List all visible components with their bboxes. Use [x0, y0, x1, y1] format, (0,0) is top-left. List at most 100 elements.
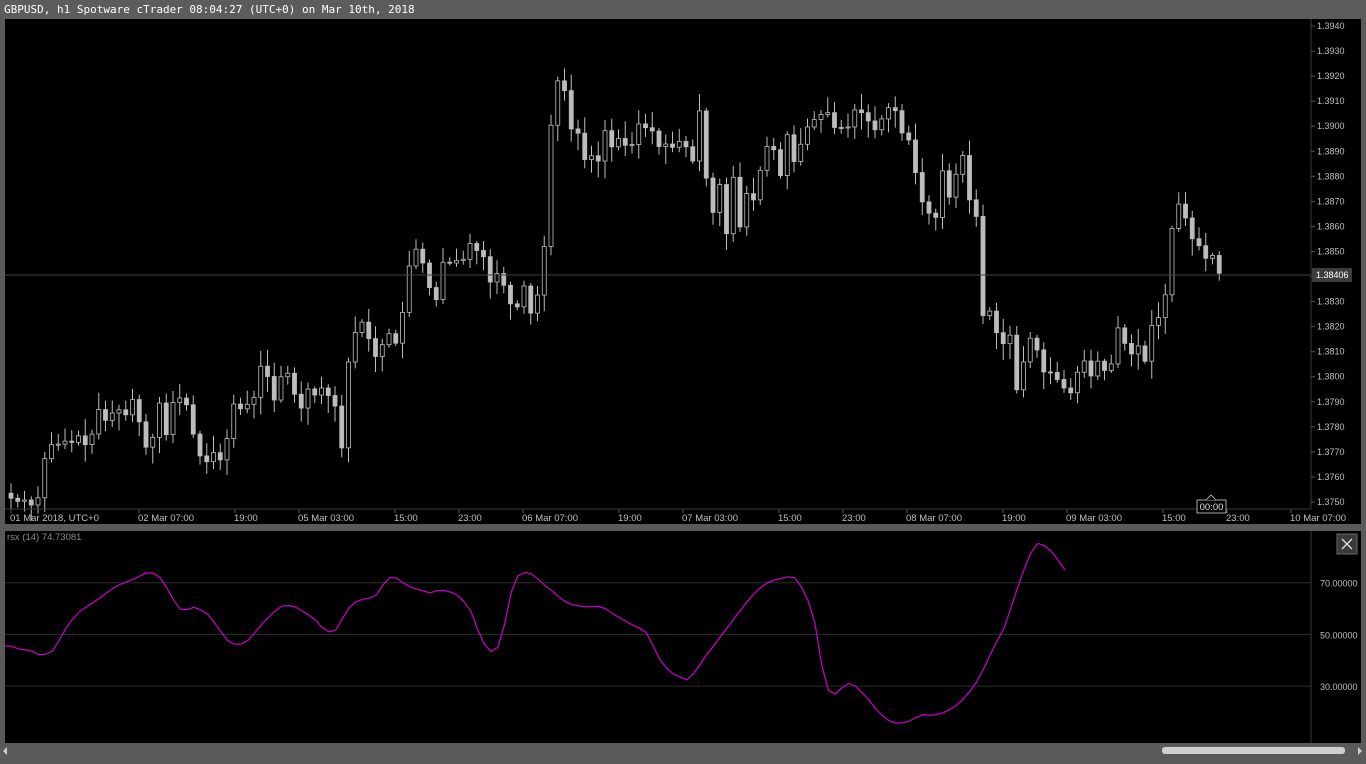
price-axis-label: 1.3900: [1317, 121, 1345, 131]
candle: [535, 285, 540, 322]
price-axis-label: 1.3820: [1317, 322, 1345, 332]
candle: [359, 319, 365, 338]
scroll-right-icon[interactable]: [1358, 747, 1362, 755]
candle: [76, 430, 81, 446]
price-axis-label: 1.3860: [1317, 221, 1345, 231]
candle: [265, 349, 270, 392]
candle: [710, 172, 716, 225]
candle: [325, 384, 331, 413]
price-axis-label: 1.3800: [1317, 372, 1345, 382]
price-axis-label: 1.3920: [1317, 71, 1345, 81]
candle: [508, 281, 513, 320]
candle: [143, 414, 149, 455]
time-axis-label: 06 Mar 07:00: [522, 513, 578, 524]
price-chart-panel[interactable]: 1.3940 1.3930 1.3920 1.3910 1.3900 1.3890 1.38…: [5, 19, 1361, 524]
candle: [541, 235, 547, 312]
candle: [312, 386, 318, 403]
candle: [737, 162, 743, 233]
candle: [130, 388, 135, 423]
time-axis-label: 19:00: [234, 513, 258, 524]
candle: [771, 137, 777, 160]
time-axis-label: 15:00: [778, 513, 802, 524]
candle: [49, 432, 54, 463]
candle: [109, 400, 115, 428]
candle: [427, 259, 432, 296]
price-axis-label: 1.3890: [1317, 146, 1345, 156]
candle: [859, 94, 864, 130]
candle: [811, 111, 817, 130]
candle: [670, 131, 675, 153]
candle: [892, 96, 898, 128]
candle: [481, 241, 486, 271]
price-axis-label: 1.3870: [1317, 196, 1345, 206]
candle: [548, 114, 554, 256]
candle: [487, 249, 493, 299]
candle: [791, 125, 797, 173]
scrollbar-thumb[interactable]: [1162, 747, 1345, 754]
candle: [1203, 232, 1209, 272]
price-axis-label: 1.3760: [1317, 472, 1345, 482]
candle: [82, 419, 88, 462]
price-axis-label: 1.3880: [1317, 171, 1345, 181]
candle: [170, 390, 176, 444]
time-axis-label: 07 Mar 03:00: [682, 513, 738, 524]
rsx-line: [4, 542, 1066, 724]
candle: [190, 395, 196, 438]
candle: [55, 434, 61, 451]
candle: [393, 329, 399, 346]
panel-splitter[interactable]: [5, 524, 1361, 531]
candle: [940, 153, 945, 230]
time-axis-label: 05 Mar 03:00: [298, 513, 354, 524]
candle: [22, 490, 27, 512]
candle: [582, 117, 588, 169]
close-icon[interactable]: [1336, 533, 1358, 555]
candle: [879, 115, 885, 136]
candle: [278, 365, 284, 403]
candle: [973, 189, 979, 227]
time-axis-label: 10 Mar 07:00: [1290, 513, 1346, 524]
candle: [818, 110, 824, 133]
time-axis-label: 23:00: [1226, 513, 1250, 524]
candle: [778, 142, 783, 179]
candlestick-chart[interactable]: 1.3940 1.3930 1.3920 1.3910 1.3900 1.3890 1.38…: [5, 19, 1361, 524]
candle: [238, 397, 243, 415]
candle: [953, 163, 959, 209]
candle: [926, 195, 932, 225]
time-axis-label: 15:00: [1162, 513, 1186, 524]
candle: [987, 307, 993, 321]
candle: [292, 367, 297, 403]
candle: [8, 483, 14, 510]
price-axis-label: 1.3750: [1317, 497, 1345, 507]
candle: [467, 233, 473, 268]
scroll-left-icon[interactable]: [3, 747, 7, 755]
candle: [1021, 346, 1026, 398]
candle: [724, 177, 729, 250]
candle: [886, 103, 891, 133]
candle: [116, 404, 122, 431]
price-axis-label: 1.3810: [1317, 347, 1345, 357]
candle: [157, 396, 162, 454]
candle: [217, 443, 223, 470]
price-axis-label: 1.3790: [1317, 397, 1345, 407]
candle: [1095, 351, 1101, 380]
candle: [1142, 340, 1148, 364]
horizontal-scrollbar[interactable]: [0, 743, 1366, 759]
candle: [1102, 358, 1107, 381]
candle: [447, 257, 453, 266]
time-axis-label: 08 Mar 07:00: [906, 513, 962, 524]
candle: [595, 141, 601, 178]
candle: [1007, 325, 1013, 360]
candle: [609, 118, 615, 162]
indicator-title: rsx (14) 74.73081: [7, 532, 81, 543]
candle: [136, 394, 142, 436]
rsx-indicator-chart[interactable]: rsx (14) 74.73081 70.00000 50.00000 30.000…: [4, 531, 1361, 743]
candle: [1122, 324, 1128, 351]
price-axis-label: 1.3780: [1317, 422, 1345, 432]
rsx-indicator-panel[interactable]: rsx (14) 74.73081 70.00000 50.00000 30.000…: [4, 531, 1361, 743]
candle: [42, 451, 48, 512]
candle: [204, 443, 210, 474]
candle: [379, 338, 385, 372]
candle: [967, 140, 972, 214]
candle: [1048, 357, 1053, 385]
candle: [184, 393, 189, 411]
